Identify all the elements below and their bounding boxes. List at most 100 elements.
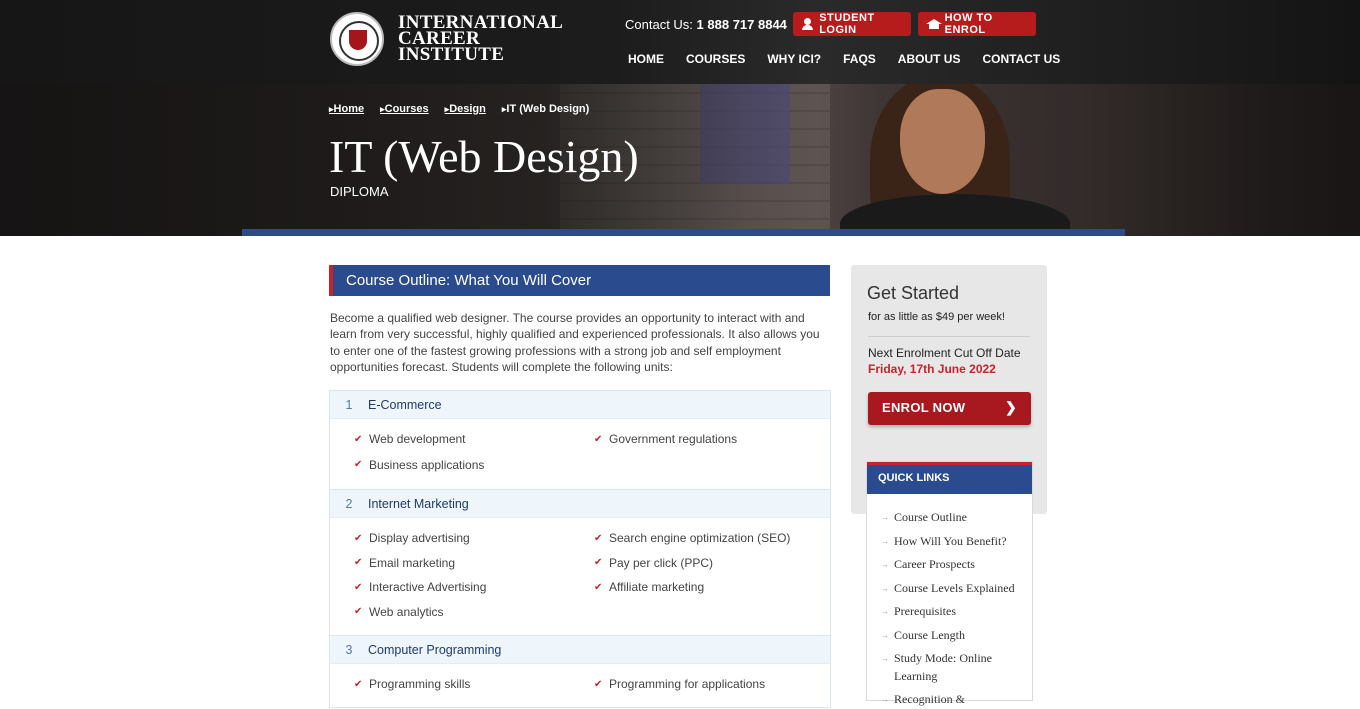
hero-shade (0, 84, 1360, 236)
unit-title: Internet Marketing (368, 496, 469, 511)
cutoff-date: Friday, 17th June 2022 (868, 362, 996, 376)
list-item: ✔ Affiliate marketing (594, 579, 834, 596)
arrow-right-icon: → (881, 583, 889, 593)
arrow-right-icon: → (881, 695, 889, 704)
list-item: ✔ Business applications (354, 457, 594, 474)
page-title: IT (Web Design) (329, 131, 639, 182)
nav-faqs[interactable]: FAQS (843, 52, 876, 66)
nav-about-us[interactable]: ABOUT US (898, 52, 961, 66)
enrol-now-label: ENROL NOW (882, 400, 966, 415)
site-header: INTERNATIONAL CAREER INSTITUTE Contact U… (0, 0, 1360, 84)
get-started-title: Get Started (867, 283, 960, 303)
unit-number: 1 (345, 397, 353, 412)
unit-number: 2 (345, 496, 353, 511)
text-2: Business applications (369, 457, 485, 472)
text-16: Prerequisites (894, 604, 956, 618)
text-14: Career Prospects (894, 557, 975, 571)
quick-link-recognition[interactable]: → Recognition & (881, 691, 1032, 709)
unit-header[interactable]: 1 E-Commerce (330, 391, 830, 419)
breadcrumb-courses[interactable]: Courses (380, 103, 429, 115)
unit-title: Computer Programming (368, 642, 502, 657)
list-item: ✔ Pay per click (PPC) (594, 555, 834, 572)
text-4: Search engine optimization (SEO) (609, 531, 791, 546)
list-item: ✔ Search engine optimization (SEO) (594, 530, 834, 547)
course-outline-heading: Course Outline: What You Will Cover (329, 265, 830, 296)
quick-links-list: → Course Outline → How Will You Benefit? →… (867, 494, 1032, 709)
main-nav: HOME COURSES WHY ICI? FAQS ABOUT US CONT… (628, 52, 1060, 66)
text-8: Affiliate marketing (609, 580, 705, 595)
unit-body: ✔ Display advertising ✔ Search engine opti… (330, 518, 830, 636)
arrow-right-icon: → (881, 630, 889, 640)
student-login-label: STUDENT LOGIN (819, 12, 875, 36)
text-12: Course Outline (894, 510, 967, 524)
text-7: Interactive Advertising (369, 580, 487, 595)
unit-body: ✔ Web development ✔ Government regulations… (330, 419, 830, 490)
quick-link-course-levels[interactable]: → Course Levels Explained (881, 580, 1032, 598)
check-icon: ✔ (354, 557, 363, 569)
list-item: ✔ Interactive Advertising (354, 579, 594, 596)
logo-text: INTERNATIONAL CAREER INSTITUTE (398, 13, 563, 65)
check-icon: ✔ (354, 581, 363, 593)
hero-banner (0, 84, 1360, 236)
course-intro: Become a qualified web designer. The cou… (330, 311, 820, 374)
quick-link-course-outline[interactable]: → Course Outline (881, 509, 1032, 527)
quick-link-career-prospects[interactable]: → Career Prospects (881, 556, 1032, 574)
graduation-cap-icon (926, 18, 942, 30)
check-icon: ✔ (354, 678, 363, 690)
text-18: Study Mode: Online Learning (894, 651, 992, 683)
arrow-right-icon: → (881, 513, 889, 522)
check-icon: ✔ (354, 459, 363, 471)
quick-link-benefit[interactable]: → How Will You Benefit? (881, 533, 1032, 551)
breadcrumb-design[interactable]: Design (445, 103, 486, 115)
text-3: Display advertising (369, 531, 470, 546)
unit-number: 3 (345, 642, 353, 657)
check-icon: ✔ (354, 606, 363, 618)
check-icon: ✔ (594, 581, 603, 593)
nav-contact-us[interactable]: CONTACT US (982, 52, 1060, 66)
breadcrumb-home[interactable]: Home (329, 103, 365, 115)
contact-phone[interactable]: 1 888 717 8844 (697, 17, 787, 32)
arrow-right-icon: → (881, 560, 889, 569)
divider (868, 336, 1030, 337)
list-item: ✔ Display advertising (354, 530, 594, 547)
list-item: ✔ Government regulations (594, 431, 834, 448)
quick-link-study-mode[interactable]: → Study Mode: Online Learning (881, 650, 1032, 685)
check-icon: ✔ (354, 433, 363, 445)
how-to-enrol-label: HOW TO ENROL (944, 12, 993, 36)
logo-line: INSTITUTE (398, 44, 505, 65)
check-icon: ✔ (594, 678, 603, 690)
text-15: Course Levels Explained (894, 580, 1015, 595)
nav-courses[interactable]: COURSES (686, 52, 745, 66)
text-10: Programming skills (369, 677, 471, 692)
check-icon: ✔ (594, 433, 603, 445)
text-19: Recognition & (894, 692, 965, 706)
units-list: 1 E-Commerce ✔ Web development ✔ Governmen… (329, 390, 831, 708)
quick-link-prerequisites[interactable]: → Prerequisites (881, 603, 1032, 621)
site-logo[interactable]: INTERNATIONAL CAREER INSTITUTE (330, 12, 563, 66)
list-item: ✔ Web development (354, 431, 594, 448)
check-icon: ✔ (594, 557, 603, 569)
quick-links-title: QUICK LINKS (867, 462, 1032, 494)
page-subtitle: DIPLOMA (330, 184, 389, 199)
unit-header[interactable]: 3 Computer Programming (330, 636, 830, 664)
text-11: Programming for applications (609, 677, 766, 692)
arrow-right-icon: → (881, 654, 889, 663)
text-6: Pay per click (PPC) (609, 555, 714, 570)
student-login-button[interactable]: STUDENT LOGIN (793, 12, 911, 36)
how-to-enrol-button[interactable]: HOW TO ENROL (918, 12, 1036, 36)
seal-icon (330, 12, 384, 66)
quick-link-course-length[interactable]: → Course Length (881, 627, 1032, 645)
text-1: Government regulations (609, 432, 738, 447)
list-item: ✔ Web analytics (354, 604, 594, 621)
unit-body: ✔ Programming skills ✔ Programming for app… (330, 664, 830, 707)
cutoff-label: Next Enrolment Cut Off Date (868, 346, 1021, 360)
nav-why-ici[interactable]: WHY ICI? (767, 52, 821, 66)
enrol-now-button[interactable]: ENROL NOW ❯ (868, 392, 1031, 425)
price-text: for as little as $49 per week! (868, 311, 1005, 323)
nav-home[interactable]: HOME (628, 52, 664, 66)
breadcrumb-current: IT (Web Design) (502, 103, 589, 115)
unit-header[interactable]: 2 Internet Marketing (330, 490, 830, 518)
check-icon: ✔ (354, 532, 363, 544)
list-item: ✔ Programming skills (354, 676, 594, 693)
text-17: Course Length (894, 627, 965, 642)
